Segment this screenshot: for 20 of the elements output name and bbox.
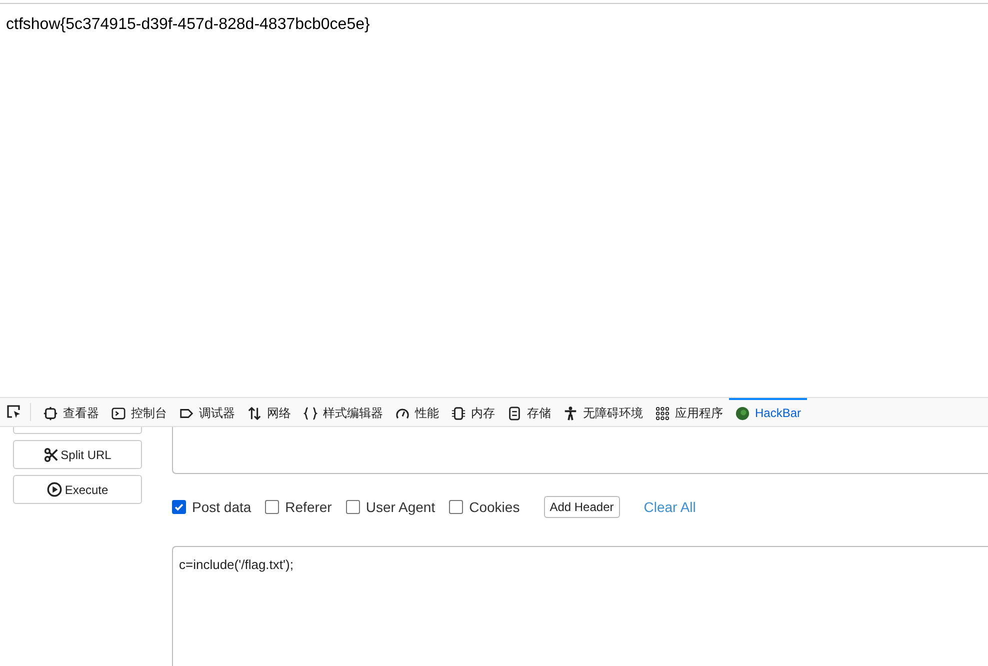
devtools-tab[interactable]: HackBar xyxy=(729,398,808,426)
checkbox-label[interactable]: Referer xyxy=(285,499,332,515)
devtools-tab[interactable]: 内存 xyxy=(445,398,501,426)
hackbar-button[interactable]: Split URL xyxy=(13,440,142,469)
devtools-tab[interactable]: 查看器 xyxy=(37,398,105,426)
devtools-tab[interactable]: 应用程序 xyxy=(649,398,729,426)
devtools-tab[interactable]: 样式编辑器 xyxy=(297,398,389,426)
devtools-tab[interactable]: 无障碍环境 xyxy=(557,398,649,426)
page-text: ctfshow{5c374915-d39f-457d-828d-4837bcb0ce5e} xyxy=(5,15,371,34)
checkbox-label[interactable]: Cookies xyxy=(469,499,520,515)
devtools-tab[interactable]: 网络 xyxy=(241,398,297,426)
checkbox-label[interactable]: Post data xyxy=(192,499,252,515)
post-data-field[interactable]: c=include('/flag.txt'); xyxy=(172,546,988,666)
devtools-tab[interactable]: 调试器 xyxy=(173,398,241,426)
devtools-tab[interactable]: 控制台 xyxy=(105,398,173,426)
hackbar-button[interactable]: Execute xyxy=(13,475,142,504)
checkbox-label[interactable]: User Agent xyxy=(366,499,436,515)
devtools-tab[interactable]: 存储 xyxy=(501,398,557,426)
add-header-button[interactable]: Add Header xyxy=(544,496,620,518)
devtools-tab[interactable]: 性能 xyxy=(389,398,445,426)
